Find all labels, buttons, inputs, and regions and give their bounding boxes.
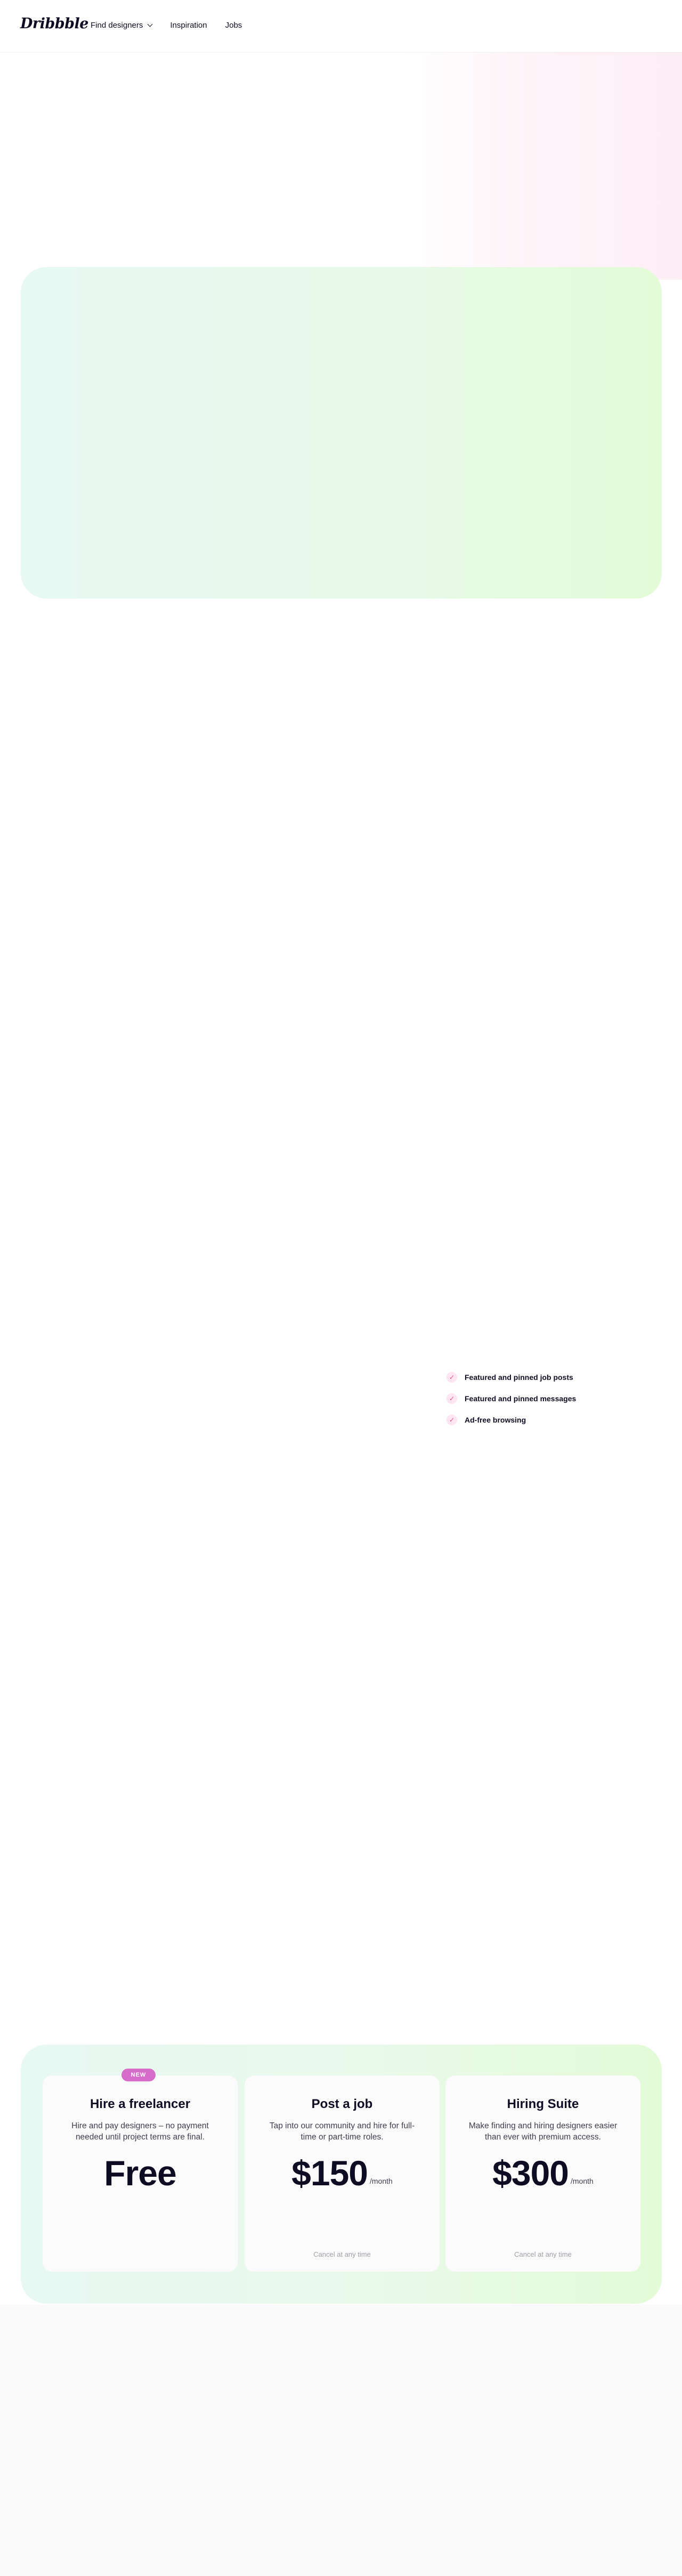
feature-label: Ad-free browsing: [465, 1416, 526, 1424]
premium-features-list: ✓ Featured and pinned job posts ✓ Featur…: [446, 1367, 576, 1431]
chevron-down-icon: [147, 21, 153, 27]
plan-period: /month: [571, 2177, 594, 2185]
feature-label: Featured and pinned job posts: [465, 1373, 573, 1382]
footer-area: [0, 2305, 682, 2576]
feature-item: ✓ Featured and pinned job posts: [446, 1367, 576, 1388]
feature-item: ✓ Ad-free browsing: [446, 1409, 576, 1431]
plan-price: Free: [104, 2153, 176, 2193]
hero-card: [21, 267, 662, 599]
dribbble-logo[interactable]: Dribbble: [20, 15, 88, 32]
plan-title: Hiring Suite: [507, 2097, 579, 2111]
nav-find-designers[interactable]: Find designers: [91, 21, 153, 30]
plan-card-hiring-suite[interactable]: Hiring Suite Make finding and hiring des…: [445, 2076, 640, 2272]
plan-description: Tap into our community and hire for full…: [269, 2121, 415, 2142]
plan-price-row: $300 /month: [445, 2154, 640, 2192]
nav-inspiration[interactable]: Inspiration: [170, 21, 207, 30]
plan-card-hire-freelancer[interactable]: Hire a freelancer Hire and pay designers…: [43, 2076, 238, 2272]
check-icon: ✓: [446, 1415, 457, 1425]
plan-price: $300: [492, 2153, 569, 2193]
nav-find-designers-label: Find designers: [91, 21, 143, 30]
new-badge: NEW: [121, 2069, 156, 2081]
plan-description: Hire and pay designers – no payment need…: [71, 2121, 209, 2142]
site-header: Dribbble Find designers Inspiration Jobs: [0, 0, 682, 52]
plan-description: Make finding and hiring designers easier…: [468, 2121, 618, 2142]
nav-jobs[interactable]: Jobs: [225, 21, 242, 30]
plan-title: Post a job: [311, 2097, 373, 2111]
plan-cancel-note: Cancel at any time: [514, 2250, 572, 2258]
check-icon: ✓: [446, 1393, 457, 1404]
feature-label: Featured and pinned messages: [465, 1394, 577, 1403]
plan-cancel-note: Cancel at any time: [313, 2250, 371, 2258]
plan-price-row: Free: [43, 2154, 238, 2192]
feature-item: ✓ Featured and pinned messages: [446, 1388, 576, 1409]
hero-background-glow: [405, 51, 682, 280]
main-nav: Find designers Inspiration Jobs: [91, 21, 260, 30]
check-icon: ✓: [446, 1372, 457, 1383]
plan-price-row: $150 /month: [245, 2154, 440, 2192]
plan-price: $150: [291, 2153, 368, 2193]
pricing-section: Hire a freelancer Hire and pay designers…: [21, 2045, 662, 2304]
plan-title: Hire a freelancer: [90, 2097, 191, 2111]
plan-card-post-job[interactable]: Post a job Tap into our community and hi…: [245, 2076, 440, 2272]
plan-period: /month: [370, 2177, 393, 2185]
